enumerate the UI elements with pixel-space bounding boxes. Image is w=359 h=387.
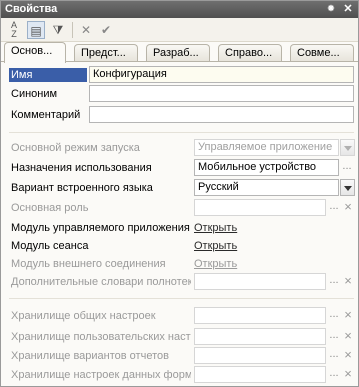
fulltext-dictionaries-ellipsis-button[interactable]: ...: [327, 273, 341, 290]
close-icon[interactable]: ✕: [341, 2, 355, 16]
usage-field[interactable]: Мобильное устройство: [194, 159, 339, 176]
toolbar-separator: [72, 22, 73, 38]
form-data-settings-storage-field[interactable]: [194, 366, 326, 383]
sort-alpha-icon[interactable]: AZ: [5, 21, 23, 39]
language-label: Вариант встроенного языка: [11, 182, 153, 194]
pin-icon[interactable]: ⁕: [324, 2, 338, 16]
external-connection-module-open-link[interactable]: Открыть: [194, 257, 237, 271]
filter-icon[interactable]: ⧩: [49, 21, 67, 39]
language-dropdown-icon[interactable]: [340, 179, 355, 196]
name-field[interactable]: Конфигурация: [89, 66, 354, 83]
main-role-clear-icon[interactable]: ×: [342, 199, 354, 216]
tab-development[interactable]: Разраб...: [146, 44, 210, 62]
separator: [9, 132, 354, 133]
title-bar: Свойства ⁕ ✕: [1, 1, 358, 18]
tab-compatibility[interactable]: Совме...: [290, 44, 354, 62]
usage-ellipsis-button[interactable]: ...: [340, 159, 354, 176]
common-settings-storage-field[interactable]: [194, 307, 326, 324]
user-settings-storage-label: Хранилище пользовательских настроек: [11, 331, 191, 343]
properties-window: Свойства ⁕ ✕ AZ ▤ ⧩ ✕ ✔ Основ... Предст.…: [0, 0, 359, 387]
user-settings-storage-ellipsis-button[interactable]: ...: [327, 328, 341, 345]
session-module-open-link[interactable]: Открыть: [194, 239, 237, 253]
tab-strip: Основ... Предст... Разраб... Справо... С…: [1, 42, 358, 63]
tab-presentation[interactable]: Предст...: [74, 44, 138, 62]
report-variants-storage-field[interactable]: [194, 347, 326, 364]
main-role-ellipsis-button[interactable]: ...: [327, 199, 341, 216]
launch-mode-dropdown-icon[interactable]: [340, 139, 355, 156]
report-variants-storage-clear-icon[interactable]: ×: [342, 347, 354, 364]
language-field[interactable]: Русский: [194, 179, 339, 196]
fulltext-dictionaries-clear-icon[interactable]: ×: [342, 273, 354, 290]
categories-icon[interactable]: ▤: [27, 21, 45, 39]
user-settings-storage-clear-icon[interactable]: ×: [342, 328, 354, 345]
delete-icon[interactable]: ✕: [77, 21, 95, 39]
launch-mode-field[interactable]: Управляемое приложение: [194, 139, 339, 156]
report-variants-storage-label: Хранилище вариантов отчетов: [11, 350, 169, 362]
synonym-label: Синоним: [11, 88, 58, 100]
user-settings-storage-field[interactable]: [194, 328, 326, 345]
report-variants-storage-ellipsis-button[interactable]: ...: [327, 347, 341, 364]
common-settings-storage-clear-icon[interactable]: ×: [342, 307, 354, 324]
tab-reference[interactable]: Справо...: [218, 44, 282, 62]
properties-panel: Имя Конфигурация Синоним Комментарий Осн…: [1, 61, 358, 386]
window-title: Свойства: [5, 3, 58, 15]
form-data-settings-storage-clear-icon[interactable]: ×: [342, 366, 354, 383]
name-label: Имя: [9, 68, 87, 82]
main-role-label: Основная роль: [11, 202, 89, 214]
fulltext-dictionaries-label: Дополнительные словари полнотекстового п…: [11, 276, 191, 288]
tab-main[interactable]: Основ...: [4, 42, 66, 63]
form-data-settings-storage-ellipsis-button[interactable]: ...: [327, 366, 341, 383]
common-settings-storage-ellipsis-button[interactable]: ...: [327, 307, 341, 324]
comment-label: Комментарий: [11, 109, 81, 121]
launch-mode-label: Основной режим запуска: [11, 142, 140, 154]
common-settings-storage-label: Хранилище общих настроек: [11, 310, 156, 322]
form-data-settings-storage-label: Хранилище настроек данных форм: [11, 369, 191, 381]
comment-field[interactable]: [89, 106, 354, 123]
external-connection-module-label: Модуль внешнего соединения: [11, 258, 166, 270]
managed-app-module-open-link[interactable]: Открыть: [194, 221, 237, 235]
usage-label: Назначения использования: [11, 162, 152, 174]
main-role-field[interactable]: [194, 199, 326, 216]
session-module-label: Модуль сеанса: [11, 240, 89, 252]
synonym-field[interactable]: [89, 85, 354, 102]
separator: [9, 298, 354, 299]
toolbar: AZ ▤ ⧩ ✕ ✔: [1, 18, 358, 42]
managed-app-module-label: Модуль управляемого приложения: [11, 222, 190, 234]
fulltext-dictionaries-field[interactable]: [194, 273, 326, 290]
check-icon[interactable]: ✔: [97, 21, 115, 39]
